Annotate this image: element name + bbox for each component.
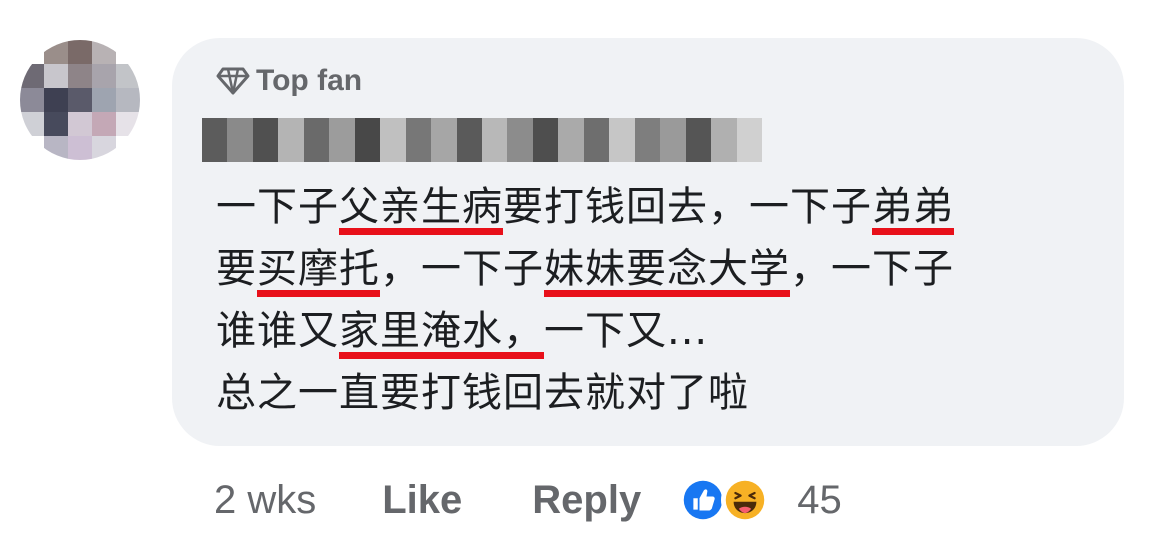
comment-line: 一下子父亲生病要打钱回去，一下子弟弟 [216, 176, 1096, 238]
reaction-count[interactable]: 45 [797, 478, 842, 523]
comment-actions: 2 wks Like Reply 45 [214, 472, 842, 528]
comment-line: 要买摩托，一下子妹妹要念大学，一下子 [216, 238, 1096, 300]
highlighted-phrase: 家里淹水， [339, 308, 544, 354]
comment-bubble: Top fan 一下子父亲生病要打钱回去，一下子弟弟 要买摩托，一下子妹妹要念大学… [172, 38, 1124, 446]
reactions-summary[interactable] [679, 476, 770, 524]
comment-segment: ，一下子 [380, 246, 544, 292]
comment-segment: 谁谁又 [216, 308, 339, 354]
diamond-icon [216, 67, 250, 95]
like-button[interactable]: Like [382, 478, 462, 523]
comment-segment: ，一下子 [790, 246, 954, 292]
comment-line: 谁谁又家里淹水，一下又... [216, 300, 1096, 362]
like-reaction-icon [679, 476, 728, 524]
top-fan-badge: Top fan [216, 64, 362, 98]
comment-segment: 要打钱回去，一下子 [503, 184, 872, 230]
comment-segment: 总之一直要打钱回去就对了啦 [216, 370, 749, 416]
highlighted-phrase: 妹妹要念大学 [544, 246, 790, 292]
timestamp[interactable]: 2 wks [214, 478, 316, 523]
comment-segment: 一下子 [216, 184, 339, 230]
reply-button[interactable]: Reply [532, 478, 641, 523]
highlighted-phrase: 父亲生病 [339, 184, 503, 230]
avatar[interactable] [20, 40, 140, 160]
highlighted-phrase: 弟弟 [872, 184, 954, 230]
commenter-name[interactable] [202, 118, 762, 162]
comment-segment: 一下又... [544, 308, 709, 354]
comment-line: 总之一直要打钱回去就对了啦 [216, 362, 1096, 424]
haha-reaction-icon [721, 476, 770, 524]
highlighted-phrase: 买摩托 [257, 246, 380, 292]
comment-segment: 要 [216, 246, 257, 292]
comment-text: 一下子父亲生病要打钱回去，一下子弟弟 要买摩托，一下子妹妹要念大学，一下子 谁谁又家… [216, 176, 1096, 424]
top-fan-label: Top fan [256, 64, 363, 97]
